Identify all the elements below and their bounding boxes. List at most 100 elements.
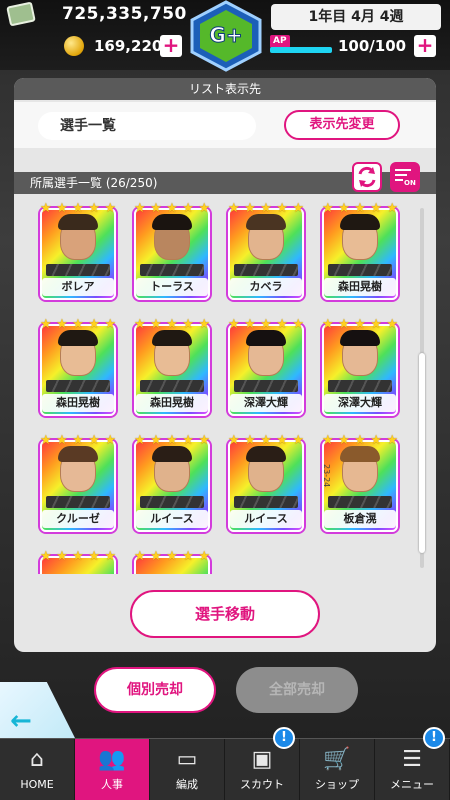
star-icon: ★ [322, 201, 334, 216]
player-card-grid[interactable]: ★ ★ ★ ★ ★ ボレア ★ ★ ★ ★ ★ トーラス ★ ★ ★ ★ ★ カベラ ★ ★ ★ ★ ★ 森田晃樹 ★ ★ ★ ★ ★ 森… [26, 198, 416, 574]
star-icon: ★ [182, 549, 194, 564]
nav-label: メニュー [390, 778, 434, 791]
refresh-icon [358, 166, 376, 188]
nav-item-menu[interactable]: ☰ メニュー! [375, 727, 450, 800]
star-icon: ★ [88, 549, 100, 564]
cart-icon: 🛒 [323, 747, 351, 772]
nav-label: 人事 [101, 778, 123, 791]
player-card[interactable]: ★ ★ ★ ★ ★ ルイース [132, 434, 212, 534]
player-card[interactable]: ★ ★ ★ ★ ★ クルーゼ [38, 434, 118, 534]
bottom-navigation: ⌂ HOME 👥 人事 ▭ 編成 ▣ スカウト! 🛒 ショップ ☰ メニュー! [0, 727, 450, 800]
filter-button[interactable]: ON [390, 162, 420, 192]
star-icon: ★ [198, 201, 210, 216]
player-name: カベラ [230, 278, 302, 296]
star-icon: ★ [198, 317, 210, 332]
star-icon: ★ [386, 201, 398, 216]
coin-amount: 169,220 [94, 37, 163, 55]
card-stat-stripes [46, 380, 110, 392]
sell-all-button[interactable]: 全部売却 [236, 667, 358, 713]
player-name: ボレア [42, 278, 114, 296]
player-card[interactable]: ★ ★ ★ ★ ★ ルイース [226, 434, 306, 534]
card-stat-stripes [46, 496, 110, 508]
player-card[interactable]: ★ ★ ★ ★ ★ 深澤大輝 [320, 318, 400, 418]
star-icon: ★ [134, 433, 146, 448]
player-name: 森田晃樹 [42, 394, 114, 412]
money-amount: 725,335,750 [62, 4, 187, 24]
nav-label: スカウト [240, 778, 284, 791]
player-card[interactable]: ★ ★ ★ ★ ★ カベラ [226, 202, 306, 302]
nav-item-cart[interactable]: 🛒 ショップ [300, 739, 375, 800]
player-hair [246, 214, 286, 230]
player-card[interactable]: ★ ★ ★ ★ ★ 森田晃樹 [38, 318, 118, 418]
player-card[interactable]: ★ ★ ★ ★ ★ [38, 550, 118, 574]
nav-item-id-card[interactable]: ▣ スカウト! [225, 727, 300, 800]
card-stat-stripes [328, 380, 392, 392]
star-icon: ★ [386, 433, 398, 448]
people-icon: 👥 [98, 747, 126, 772]
money-icon [6, 1, 36, 27]
star-icon: ★ [40, 433, 52, 448]
star-icon: ★ [134, 317, 146, 332]
card-stat-stripes [234, 496, 298, 508]
player-hair [152, 446, 192, 462]
sort-toggle-button[interactable] [352, 162, 382, 192]
star-icon: ★ [104, 317, 116, 332]
player-name: トーラス [136, 278, 208, 296]
player-hair [340, 446, 380, 462]
star-icon: ★ [198, 549, 210, 564]
nav-item-home[interactable]: ⌂ HOME [0, 739, 75, 800]
scrollbar-thumb[interactable] [419, 353, 425, 553]
nav-item-people[interactable]: 👥 人事 [75, 739, 150, 800]
card-stat-stripes [140, 496, 204, 508]
card-stat-stripes [140, 380, 204, 392]
player-name: 深澤大輝 [324, 394, 396, 412]
add-coins-button[interactable]: + [160, 35, 182, 57]
back-arrow-icon: ← [10, 706, 32, 736]
player-hair [340, 330, 380, 346]
move-player-button[interactable]: 選手移動 [130, 590, 320, 638]
card-stat-stripes [46, 264, 110, 276]
list-destination-field: 選手一覧 [38, 112, 256, 140]
player-card[interactable]: ★ ★ ★ ★ ★ 森田晃樹 [320, 202, 400, 302]
star-icon: ★ [322, 433, 334, 448]
player-name: クルーゼ [42, 510, 114, 528]
player-hair [58, 330, 98, 346]
player-card[interactable]: ★ ★ ★ ★ ★ 深澤大輝 [226, 318, 306, 418]
notification-badge: ! [423, 727, 445, 749]
player-card[interactable]: ★ ★ ★ ★ ★ 森田晃樹 [132, 318, 212, 418]
star-icon: ★ [292, 317, 304, 332]
player-hair [152, 214, 192, 230]
player-list-panel: リスト表示先 選手一覧 表示先変更 所属選手一覧 (26/250) ON ★ ★ ★… [14, 78, 436, 652]
nav-item-pitch[interactable]: ▭ 編成 [150, 739, 225, 800]
star-icon: ★ [40, 549, 52, 564]
filter-on-badge: ON [404, 179, 416, 187]
coin-icon [64, 36, 84, 56]
rarity-stars: ★ ★ ★ ★ ★ [38, 550, 118, 564]
star-icon: ★ [56, 549, 68, 564]
star-icon: ★ [104, 201, 116, 216]
star-icon: ★ [386, 317, 398, 332]
sell-single-button[interactable]: 個別売却 [94, 667, 216, 713]
star-icon: ★ [292, 433, 304, 448]
player-card[interactable]: ★ ★ ★ ★ ★ [132, 550, 212, 574]
notification-badge: ! [273, 727, 295, 749]
change-destination-button[interactable]: 表示先変更 [284, 110, 400, 140]
card-stat-stripes [328, 496, 392, 508]
player-card[interactable]: ★ ★ ★ ★ ★ ボレア [38, 202, 118, 302]
star-icon: ★ [150, 549, 162, 564]
player-hair [340, 214, 380, 230]
list-destination-header: リスト表示先 [14, 78, 436, 100]
nav-label: ショップ [315, 778, 359, 791]
game-date: 1年目 4月 4週 [271, 4, 441, 30]
player-card[interactable]: ★ ★ ★ ★ ★ 板倉滉 23-24 [320, 434, 400, 534]
star-icon: ★ [104, 549, 116, 564]
home-icon: ⌂ [30, 747, 44, 772]
card-stat-stripes [140, 264, 204, 276]
add-ap-button[interactable]: + [414, 35, 436, 57]
rarity-stars: ★ ★ ★ ★ ★ [132, 550, 212, 564]
star-icon: ★ [292, 201, 304, 216]
player-hair [58, 446, 98, 462]
ap-value: 100/100 [338, 37, 407, 55]
player-name: ルイース [136, 510, 208, 528]
player-card[interactable]: ★ ★ ★ ★ ★ トーラス [132, 202, 212, 302]
